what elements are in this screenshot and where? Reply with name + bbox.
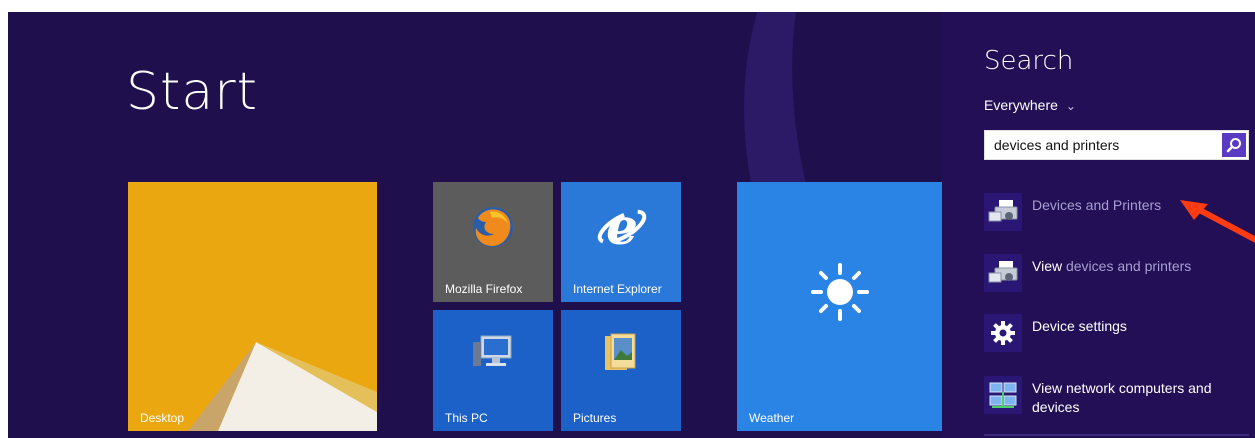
result-label-line2: devices <box>1032 399 1080 415</box>
result-label: Device settings <box>1032 318 1127 334</box>
search-result-view-network-computers[interactable]: View network computers and devices <box>984 376 1249 417</box>
tile-label-pictures: Pictures <box>573 411 617 425</box>
search-icon <box>1226 138 1241 153</box>
result-label-line1: View network computers and <box>1032 380 1212 396</box>
firefox-icon <box>473 207 513 247</box>
this-pc-icon <box>473 335 512 366</box>
search-input[interactable] <box>985 131 1237 159</box>
tile-label-firefox: Mozilla Firefox <box>445 282 523 296</box>
search-scope-label: Everywhere <box>984 97 1058 113</box>
search-box <box>984 130 1249 160</box>
annotation-arrow-icon <box>1180 200 1255 243</box>
start-title: Start <box>126 62 259 122</box>
svg-text:e: e <box>606 200 638 254</box>
chevron-down-icon: ⌄ <box>1065 99 1076 113</box>
gear-icon <box>984 314 1022 352</box>
tile-label-desktop: Desktop <box>140 411 185 425</box>
tile-this-pc[interactable]: This PC <box>433 310 553 431</box>
tile-label-this-pc: This PC <box>445 411 488 425</box>
devices-printers-icon <box>984 193 1022 231</box>
tile-pictures[interactable]: Pictures <box>561 310 681 431</box>
search-title: Search <box>984 46 1074 76</box>
tile-firefox[interactable]: Mozilla Firefox <box>433 182 553 302</box>
search-result-device-settings[interactable]: Device settings <box>984 314 1249 352</box>
tile-desktop[interactable]: Desktop <box>128 182 377 431</box>
desktop-wallpaper-graphic <box>188 342 377 431</box>
start-screen: Start Desktop Mozilla Firefox e Internet… <box>8 12 1255 438</box>
tile-internet-explorer[interactable]: e Internet Explorer <box>561 182 681 302</box>
devices-printers-icon <box>984 254 1022 292</box>
tile-label-weather: Weather <box>749 411 795 425</box>
result-label-dim: devices and printers <box>1062 258 1192 274</box>
internet-explorer-icon: e <box>597 200 647 254</box>
search-result-view-devices-and-printers[interactable]: View devices and printers <box>984 254 1249 292</box>
search-button[interactable] <box>1222 133 1246 157</box>
result-label: Devices and Printers <box>1032 197 1162 213</box>
tile-weather[interactable]: Weather <box>737 182 943 431</box>
divider <box>984 434 1249 436</box>
tile-label-ie: Internet Explorer <box>573 282 662 296</box>
sun-icon <box>811 263 869 321</box>
search-scope-dropdown[interactable]: Everywhere ⌄ <box>984 97 1076 113</box>
pictures-folder-icon <box>605 333 636 370</box>
result-label-prefix: View <box>1032 258 1063 274</box>
network-computers-icon <box>984 376 1022 414</box>
